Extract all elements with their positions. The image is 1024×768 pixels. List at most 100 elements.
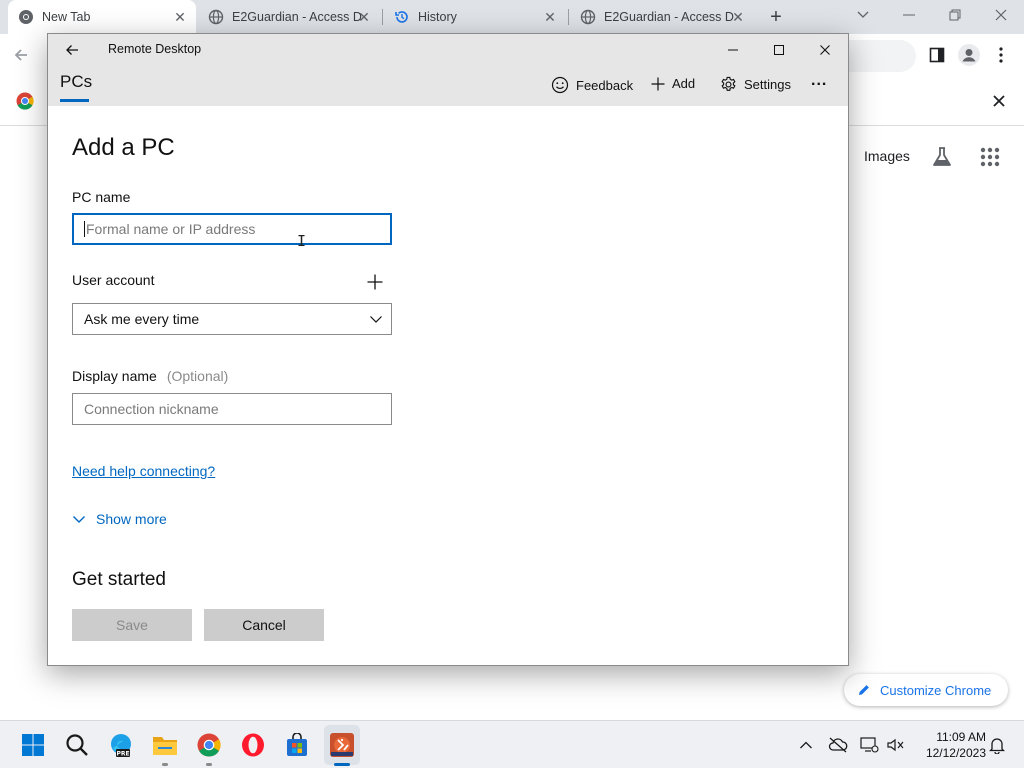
window-title: Remote Desktop <box>108 42 202 56</box>
running-indicator <box>162 763 168 766</box>
more-options-button[interactable]: ... <box>811 72 827 90</box>
plus-icon <box>651 77 665 90</box>
chrome-logo-icon <box>18 9 34 25</box>
settings-label: Settings <box>744 77 791 92</box>
tab-separator <box>568 9 569 25</box>
pencil-icon <box>858 684 870 696</box>
page-title: Add a PC <box>72 134 175 161</box>
search-icon[interactable] <box>61 729 93 761</box>
history-icon <box>394 9 410 25</box>
close-icon[interactable] <box>989 5 1013 25</box>
tab-selected-indicator <box>60 99 89 102</box>
tab-title: E2Guardian - Access D <box>604 10 734 24</box>
clock-time: 11:09 AM <box>936 730 986 744</box>
gear-icon <box>721 76 736 91</box>
show-more-toggle[interactable]: Show more <box>72 511 167 527</box>
clock-date: 12/12/2023 <box>925 746 986 760</box>
globe-icon <box>580 9 596 25</box>
app-header: PCs Feedback Add Settings ... <box>48 66 848 106</box>
start-windows-icon[interactable] <box>17 729 49 761</box>
active-indicator <box>334 763 350 766</box>
add-pc-panel: Add a PC PC name Formal name or IP addre… <box>48 106 848 665</box>
help-connecting-link[interactable]: Need help connecting? <box>72 463 215 479</box>
close-icon[interactable] <box>992 94 1006 113</box>
chrome-logo-icon <box>16 92 34 115</box>
chrome-tab-history[interactable]: History ✕ <box>384 0 566 34</box>
globe-icon <box>208 9 224 25</box>
tab-title: New Tab <box>42 10 91 24</box>
user-account-value: Ask me every time <box>84 311 200 327</box>
volume-muted-icon[interactable] <box>884 735 906 755</box>
back-arrow-icon[interactable] <box>62 40 82 60</box>
close-icon[interactable] <box>815 40 835 60</box>
tab-separator <box>382 9 383 25</box>
remote-desktop-window: Remote Desktop PCs Feedback Add Settings… <box>47 33 849 666</box>
profile-avatar-icon[interactable] <box>958 44 980 71</box>
chrome-icon[interactable] <box>193 729 225 761</box>
close-icon[interactable]: ✕ <box>172 9 188 25</box>
back-arrow-icon[interactable] <box>12 46 30 69</box>
display-name-label: Display name (Optional) <box>72 368 228 384</box>
optional-hint: (Optional) <box>166 368 229 384</box>
display-name-placeholder: Connection nickname <box>84 401 219 417</box>
maximize-icon[interactable] <box>769 40 789 60</box>
side-panel-icon[interactable] <box>929 47 945 68</box>
chevron-up-icon[interactable] <box>795 735 817 755</box>
labs-flask-icon[interactable] <box>931 146 953 173</box>
cancel-button[interactable]: Cancel <box>204 609 324 641</box>
chrome-tab-new-tab[interactable]: New Tab ✕ <box>8 0 196 34</box>
network-icon[interactable] <box>858 735 880 755</box>
add-button[interactable]: Add <box>651 76 695 91</box>
customize-chrome-label: Customize Chrome <box>880 682 992 698</box>
plus-icon <box>367 274 383 290</box>
title-bar: Remote Desktop <box>48 34 848 66</box>
minimize-icon[interactable] <box>723 40 743 60</box>
pc-name-label: PC name <box>72 189 131 205</box>
restore-icon[interactable] <box>943 5 967 25</box>
chrome-tab-e2guardian-2[interactable]: E2Guardian - Access D ✕ <box>570 0 754 34</box>
notification-bell-icon[interactable] <box>986 735 1008 755</box>
tab-pcs[interactable]: PCs <box>60 72 92 92</box>
chrome-tab-e2guardian-1[interactable]: E2Guardian - Access D ✕ <box>198 0 380 34</box>
file-explorer-icon[interactable] <box>149 729 181 761</box>
edge-beta-icon[interactable]: PRE <box>105 729 137 761</box>
kebab-menu-icon[interactable] <box>998 46 1004 69</box>
smiley-icon <box>551 76 569 94</box>
running-indicator <box>206 763 212 766</box>
feedback-label: Feedback <box>576 77 634 93</box>
add-user-account-button[interactable] <box>364 271 386 293</box>
onedrive-offline-icon[interactable] <box>827 735 849 755</box>
show-more-label: Show more <box>96 511 167 527</box>
user-account-dropdown[interactable]: Ask me every time <box>72 303 392 335</box>
tab-search-icon[interactable] <box>851 5 875 25</box>
user-account-label: User account <box>72 272 155 288</box>
opera-icon[interactable] <box>237 729 269 761</box>
save-button[interactable]: Save <box>72 609 192 641</box>
pc-name-placeholder: Formal name or IP address <box>86 221 256 237</box>
close-icon[interactable]: ✕ <box>730 9 746 25</box>
feedback-button[interactable]: Feedback <box>551 76 633 94</box>
chrome-tab-strip: New Tab ✕ E2Guardian - Access D ✕ Histor… <box>0 0 1024 34</box>
display-name-label-text: Display name <box>72 368 157 384</box>
new-tab-button[interactable]: + <box>765 6 787 28</box>
customize-chrome-button[interactable]: Customize Chrome <box>844 674 1008 706</box>
remote-desktop-app-icon[interactable] <box>326 729 358 761</box>
microsoft-store-icon[interactable] <box>281 729 313 761</box>
display-name-input[interactable]: Connection nickname <box>72 393 392 425</box>
chevron-down-icon <box>73 516 85 523</box>
apps-grid-icon[interactable] <box>980 147 1000 172</box>
text-caret <box>84 221 85 237</box>
taskbar: PRE 11:09 AM 12/12/2023 <box>0 720 1024 768</box>
minimize-icon[interactable] <box>897 5 921 25</box>
system-clock[interactable]: 11:09 AM 12/12/2023 <box>912 729 986 761</box>
pc-name-input[interactable]: Formal name or IP address <box>72 213 392 245</box>
settings-button[interactable]: Settings <box>720 76 791 93</box>
chevron-down-icon <box>369 312 383 329</box>
close-icon[interactable]: ✕ <box>542 9 558 25</box>
tab-title: E2Guardian - Access D <box>232 10 362 24</box>
tab-title: History <box>418 10 457 24</box>
close-icon[interactable]: ✕ <box>356 9 372 25</box>
images-link[interactable]: Images <box>864 148 910 164</box>
get-started-heading: Get started <box>72 569 166 590</box>
svg-text:PRE: PRE <box>116 751 129 758</box>
